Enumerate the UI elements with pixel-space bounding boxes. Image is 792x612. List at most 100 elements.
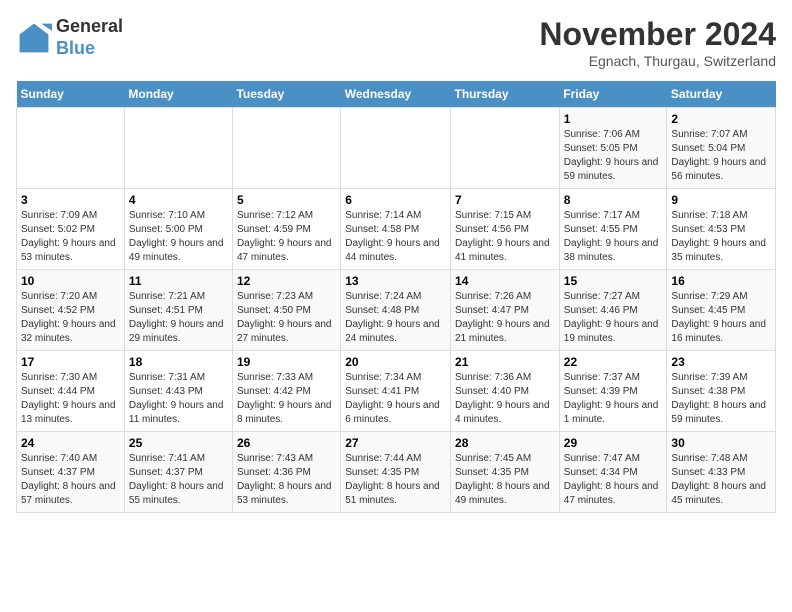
calendar-cell: 23 Sunrise: 7:39 AM Sunset: 4:38 PM Dayli… bbox=[667, 351, 776, 432]
calendar-cell: 19 Sunrise: 7:33 AM Sunset: 4:42 PM Dayli… bbox=[232, 351, 340, 432]
day-number: 19 bbox=[237, 355, 336, 369]
subtitle: Egnach, Thurgau, Switzerland bbox=[539, 53, 776, 69]
logo: GeneralBlue bbox=[16, 16, 123, 59]
day-info: Sunrise: 7:45 AM Sunset: 4:35 PM Dayligh… bbox=[455, 452, 555, 508]
calendar-cell: 26Sunrise: 7:43 AM Sunset: 4:36 PM Dayli… bbox=[232, 432, 340, 513]
day-info: Sunrise: 7:27 AM Sunset: 4:46 PM Dayligh… bbox=[564, 290, 663, 346]
day-number: 8 bbox=[564, 193, 663, 207]
calendar-cell: 21 Sunrise: 7:36 AM Sunset: 4:40 PM Dayli… bbox=[451, 351, 560, 432]
day-info: Sunrise: 7:47 AM Sunset: 4:34 PM Dayligh… bbox=[564, 452, 663, 508]
calendar-cell: 4 Sunrise: 7:10 AM Sunset: 5:00 PM Daylig… bbox=[124, 189, 232, 270]
calendar-cell: 24 Sunrise: 7:40 AM Sunset: 4:37 PM Dayli… bbox=[17, 432, 125, 513]
day-number: 7 bbox=[455, 193, 555, 207]
day-info: Sunrise: 7:44 AM Sunset: 4:35 PM Dayligh… bbox=[345, 452, 446, 508]
day-info: Sunrise: 7:33 AM Sunset: 4:42 PM Dayligh… bbox=[237, 371, 336, 427]
calendar-cell: 10 Sunrise: 7:20 AM Sunset: 4:52 PM Dayli… bbox=[17, 270, 125, 351]
calendar-cell: 30 Sunrise: 7:48 AM Sunset: 4:33 PM Dayli… bbox=[667, 432, 776, 513]
header-day-tuesday: Tuesday bbox=[232, 81, 340, 108]
day-info: Sunrise: 7:14 AM Sunset: 4:58 PM Dayligh… bbox=[345, 209, 446, 265]
calendar-cell: 1 Sunrise: 7:06 AM Sunset: 5:05 PM Daylig… bbox=[559, 108, 667, 189]
calendar-cell: 13Sunrise: 7:24 AM Sunset: 4:48 PM Dayli… bbox=[341, 270, 451, 351]
calendar-cell bbox=[451, 108, 560, 189]
day-info: Sunrise: 7:40 AM Sunset: 4:37 PM Dayligh… bbox=[21, 452, 120, 508]
day-info: Sunrise: 7:37 AM Sunset: 4:39 PM Dayligh… bbox=[564, 371, 663, 427]
main-title: November 2024 bbox=[539, 16, 776, 53]
day-number: 20 bbox=[345, 355, 446, 369]
day-info: Sunrise: 7:24 AM Sunset: 4:48 PM Dayligh… bbox=[345, 290, 446, 346]
calendar-table: SundayMondayTuesdayWednesdayThursdayFrid… bbox=[16, 81, 776, 513]
calendar-cell: 2Sunrise: 7:07 AM Sunset: 5:04 PM Daylig… bbox=[667, 108, 776, 189]
header-day-friday: Friday bbox=[559, 81, 667, 108]
day-info: Sunrise: 7:23 AM Sunset: 4:50 PM Dayligh… bbox=[237, 290, 336, 346]
header: GeneralBlue November 2024 Egnach, Thurga… bbox=[16, 16, 776, 69]
day-number: 25 bbox=[129, 436, 228, 450]
day-number: 28 bbox=[455, 436, 555, 450]
day-info: Sunrise: 7:29 AM Sunset: 4:45 PM Dayligh… bbox=[671, 290, 771, 346]
day-info: Sunrise: 7:48 AM Sunset: 4:33 PM Dayligh… bbox=[671, 452, 771, 508]
calendar-cell: 28 Sunrise: 7:45 AM Sunset: 4:35 PM Dayli… bbox=[451, 432, 560, 513]
day-number: 15 bbox=[564, 274, 663, 288]
day-info: Sunrise: 7:43 AM Sunset: 4:36 PM Dayligh… bbox=[237, 452, 336, 508]
day-number: 29 bbox=[564, 436, 663, 450]
day-info: Sunrise: 7:07 AM Sunset: 5:04 PM Dayligh… bbox=[671, 128, 771, 184]
day-number: 18 bbox=[129, 355, 228, 369]
day-info: Sunrise: 7:34 AM Sunset: 4:41 PM Dayligh… bbox=[345, 371, 446, 427]
day-number: 30 bbox=[671, 436, 771, 450]
header-day-sunday: Sunday bbox=[17, 81, 125, 108]
day-info: Sunrise: 7:12 AM Sunset: 4:59 PM Dayligh… bbox=[237, 209, 336, 265]
day-info: Sunrise: 7:20 AM Sunset: 4:52 PM Dayligh… bbox=[21, 290, 120, 346]
week-row-5: 24 Sunrise: 7:40 AM Sunset: 4:37 PM Dayli… bbox=[17, 432, 776, 513]
calendar-header: SundayMondayTuesdayWednesdayThursdayFrid… bbox=[17, 81, 776, 108]
day-number: 21 bbox=[455, 355, 555, 369]
title-section: November 2024 Egnach, Thurgau, Switzerla… bbox=[539, 16, 776, 69]
day-info: Sunrise: 7:06 AM Sunset: 5:05 PM Dayligh… bbox=[564, 128, 663, 184]
day-number: 22 bbox=[564, 355, 663, 369]
day-number: 16 bbox=[671, 274, 771, 288]
day-number: 10 bbox=[21, 274, 120, 288]
logo-text: GeneralBlue bbox=[56, 16, 123, 59]
day-info: Sunrise: 7:36 AM Sunset: 4:40 PM Dayligh… bbox=[455, 371, 555, 427]
calendar-body: 1 Sunrise: 7:06 AM Sunset: 5:05 PM Daylig… bbox=[17, 108, 776, 513]
day-info: Sunrise: 7:17 AM Sunset: 4:55 PM Dayligh… bbox=[564, 209, 663, 265]
calendar-cell: 9 Sunrise: 7:18 AM Sunset: 4:53 PM Daylig… bbox=[667, 189, 776, 270]
week-row-3: 10 Sunrise: 7:20 AM Sunset: 4:52 PM Dayli… bbox=[17, 270, 776, 351]
day-info: Sunrise: 7:31 AM Sunset: 4:43 PM Dayligh… bbox=[129, 371, 228, 427]
day-number: 24 bbox=[21, 436, 120, 450]
week-row-4: 17Sunrise: 7:30 AM Sunset: 4:44 PM Dayli… bbox=[17, 351, 776, 432]
day-info: Sunrise: 7:18 AM Sunset: 4:53 PM Dayligh… bbox=[671, 209, 771, 265]
day-info: Sunrise: 7:15 AM Sunset: 4:56 PM Dayligh… bbox=[455, 209, 555, 265]
logo-icon bbox=[16, 20, 52, 56]
header-row: SundayMondayTuesdayWednesdayThursdayFrid… bbox=[17, 81, 776, 108]
day-number: 23 bbox=[671, 355, 771, 369]
calendar-cell: 29 Sunrise: 7:47 AM Sunset: 4:34 PM Dayli… bbox=[559, 432, 667, 513]
calendar-cell: 6 Sunrise: 7:14 AM Sunset: 4:58 PM Daylig… bbox=[341, 189, 451, 270]
day-number: 11 bbox=[129, 274, 228, 288]
calendar-cell bbox=[124, 108, 232, 189]
calendar-cell: 16 Sunrise: 7:29 AM Sunset: 4:45 PM Dayli… bbox=[667, 270, 776, 351]
calendar-cell bbox=[341, 108, 451, 189]
week-row-1: 1 Sunrise: 7:06 AM Sunset: 5:05 PM Daylig… bbox=[17, 108, 776, 189]
day-number: 4 bbox=[129, 193, 228, 207]
calendar-cell: 8 Sunrise: 7:17 AM Sunset: 4:55 PM Daylig… bbox=[559, 189, 667, 270]
calendar-cell: 22 Sunrise: 7:37 AM Sunset: 4:39 PM Dayli… bbox=[559, 351, 667, 432]
day-info: Sunrise: 7:30 AM Sunset: 4:44 PM Dayligh… bbox=[21, 371, 120, 427]
calendar-cell: 14Sunrise: 7:26 AM Sunset: 4:47 PM Dayli… bbox=[451, 270, 560, 351]
day-info: Sunrise: 7:21 AM Sunset: 4:51 PM Dayligh… bbox=[129, 290, 228, 346]
day-number: 9 bbox=[671, 193, 771, 207]
calendar-cell: 7 Sunrise: 7:15 AM Sunset: 4:56 PM Daylig… bbox=[451, 189, 560, 270]
header-day-saturday: Saturday bbox=[667, 81, 776, 108]
day-info: Sunrise: 7:10 AM Sunset: 5:00 PM Dayligh… bbox=[129, 209, 228, 265]
day-number: 12 bbox=[237, 274, 336, 288]
header-day-thursday: Thursday bbox=[451, 81, 560, 108]
calendar-cell bbox=[17, 108, 125, 189]
header-day-monday: Monday bbox=[124, 81, 232, 108]
day-number: 6 bbox=[345, 193, 446, 207]
day-number: 3 bbox=[21, 193, 120, 207]
calendar-cell: 5Sunrise: 7:12 AM Sunset: 4:59 PM Daylig… bbox=[232, 189, 340, 270]
calendar-cell bbox=[232, 108, 340, 189]
calendar-cell: 3 Sunrise: 7:09 AM Sunset: 5:02 PM Daylig… bbox=[17, 189, 125, 270]
day-number: 1 bbox=[564, 112, 663, 126]
day-info: Sunrise: 7:09 AM Sunset: 5:02 PM Dayligh… bbox=[21, 209, 120, 265]
week-row-2: 3 Sunrise: 7:09 AM Sunset: 5:02 PM Daylig… bbox=[17, 189, 776, 270]
day-info: Sunrise: 7:39 AM Sunset: 4:38 PM Dayligh… bbox=[671, 371, 771, 427]
